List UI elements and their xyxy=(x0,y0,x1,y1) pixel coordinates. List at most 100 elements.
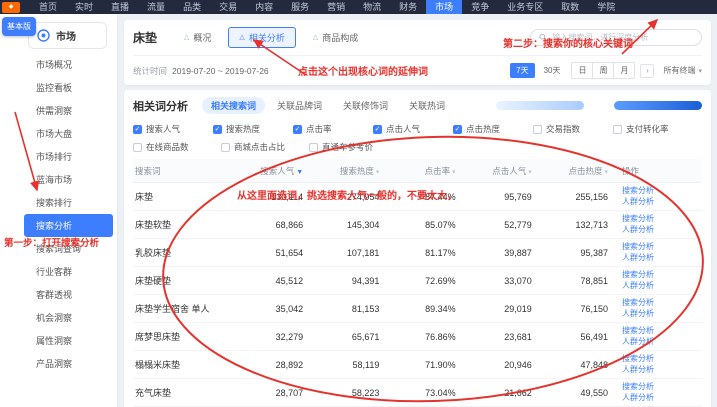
related-word-tab[interactable]: 关联修饰词 xyxy=(334,97,397,114)
nav-item[interactable]: 营销 xyxy=(318,0,354,14)
sort-icon[interactable]: ▾ xyxy=(528,169,532,176)
metric-checkbox[interactable]: ✓ 支付转化率 xyxy=(613,123,693,135)
nav-item[interactable]: 取数 xyxy=(552,0,588,14)
search-analysis-link[interactable]: 搜索分析 xyxy=(622,186,702,196)
column-header[interactable]: 搜索人气▼ xyxy=(241,165,317,177)
column-header[interactable]: 点击人气▾ xyxy=(470,165,546,177)
related-word-tab[interactable]: 关联品牌词 xyxy=(268,97,331,114)
keyword-search-box[interactable] xyxy=(530,29,702,46)
search-analysis-link[interactable]: 搜索分析 xyxy=(622,354,702,364)
sidebar-item[interactable]: 市场概况 xyxy=(0,53,117,76)
nav-item[interactable]: 市场 xyxy=(426,0,462,14)
search-analysis-link[interactable]: 搜索分析 xyxy=(622,270,702,280)
search-heat-value: 107,181 xyxy=(317,248,393,258)
sort-icon[interactable]: ▾ xyxy=(604,169,608,176)
metric-checkbox[interactable]: ✓ 搜索热度 xyxy=(213,123,293,135)
metric-checkbox[interactable]: ✓ 商城点击占比 xyxy=(221,141,309,153)
sidebar-item[interactable]: 机会洞察 xyxy=(0,306,117,329)
sidebar-item[interactable]: 搜索排行 xyxy=(0,191,117,214)
click-rate-value: 71.90% xyxy=(393,360,469,370)
granularity-button[interactable]: 周 xyxy=(593,63,614,78)
column-header[interactable]: 操作 xyxy=(622,165,702,177)
crowd-analysis-link[interactable]: 人群分析 xyxy=(622,253,702,263)
click-heat-value: 56,491 xyxy=(546,332,622,342)
crowd-analysis-link[interactable]: 人群分析 xyxy=(622,393,702,403)
metric-checkbox[interactable]: ✓ 在线商品数 xyxy=(133,141,221,153)
nav-item[interactable]: 交易 xyxy=(210,0,246,14)
related-word-tab[interactable]: 关联热词 xyxy=(400,97,454,114)
metric-checkbox[interactable]: ✓ 点击热度 xyxy=(453,123,533,135)
click-heat-value: 47,848 xyxy=(546,360,622,370)
next-page-button[interactable]: › xyxy=(640,64,654,78)
metric-checkbox[interactable]: ✓ 点击率 xyxy=(293,123,373,135)
search-popularity-value: 35,042 xyxy=(241,304,317,314)
column-header[interactable]: 搜索词 xyxy=(133,165,241,177)
date-range[interactable]: 2019-07-20 ~ 2019-07-26 xyxy=(172,66,269,76)
metric-checkbox[interactable]: ✓ 交易指数 xyxy=(533,123,613,135)
tab[interactable]: △ 概况 xyxy=(173,27,222,48)
click-heat-value: 78,851 xyxy=(546,276,622,286)
sidebar-item[interactable]: 蓝海市场 xyxy=(0,168,117,191)
search-analysis-link[interactable]: 搜索分析 xyxy=(622,298,702,308)
nav-item[interactable]: 内容 xyxy=(246,0,282,14)
nav-item[interactable]: 竞争 xyxy=(462,0,498,14)
sidebar-item[interactable]: 搜索分析 xyxy=(24,214,113,237)
crowd-analysis-link[interactable]: 人群分析 xyxy=(622,281,702,291)
tab[interactable]: △ 商品构成 xyxy=(302,27,369,48)
terminal-filter[interactable]: 所有终端 ▾ xyxy=(663,65,702,76)
nav-item[interactable]: 服务 xyxy=(282,0,318,14)
nav-item[interactable]: 首页 xyxy=(30,0,66,14)
sort-icon[interactable]: ▼ xyxy=(296,169,303,176)
nav-item[interactable]: 业务专区 xyxy=(498,0,552,14)
version-badge[interactable]: 基本版 xyxy=(2,17,36,36)
metric-label: 商城点击占比 xyxy=(234,141,285,153)
sort-icon[interactable]: ▾ xyxy=(376,169,380,176)
crowd-analysis-link[interactable]: 人群分析 xyxy=(622,197,702,207)
crowd-analysis-link[interactable]: 人群分析 xyxy=(622,337,702,347)
tab[interactable]: △ 相关分析 xyxy=(228,27,295,48)
check-icon: ✓ xyxy=(455,126,461,133)
metric-checkbox[interactable]: ✓ 直通车参考价 xyxy=(309,141,397,153)
main-area: 床垫 △ 概况 △ 相关分析 △ 商品构成 xyxy=(118,14,717,407)
search-term: 乳胶床垫 xyxy=(133,246,241,259)
sidebar-item[interactable]: 监控看板 xyxy=(0,76,117,99)
nav-item[interactable]: 物流 xyxy=(354,0,390,14)
sidebar-item[interactable]: 属性洞察 xyxy=(0,329,117,352)
crowd-analysis-link[interactable]: 人群分析 xyxy=(622,225,702,235)
crowd-analysis-link[interactable]: 人群分析 xyxy=(622,309,702,319)
metric-label: 点击热度 xyxy=(466,123,500,135)
search-analysis-link[interactable]: 搜索分析 xyxy=(622,242,702,252)
search-analysis-link[interactable]: 搜索分析 xyxy=(622,382,702,392)
granularity-button[interactable]: 月 xyxy=(614,63,634,78)
table-row: 床垫 130,114 274,954 87.44% 95,769 255,156… xyxy=(133,183,702,211)
nav-item[interactable]: 实时 xyxy=(66,0,102,14)
nav-item[interactable]: 流量 xyxy=(138,0,174,14)
search-analysis-link[interactable]: 搜索分析 xyxy=(622,214,702,224)
nav-item[interactable]: 财务 xyxy=(390,0,426,14)
sidebar-item[interactable]: 行业客群 xyxy=(0,260,117,283)
column-header[interactable]: 点击热度▾ xyxy=(546,165,622,177)
nav-item[interactable]: 学院 xyxy=(588,0,624,14)
click-popularity-value: 33,070 xyxy=(470,276,546,286)
crowd-analysis-link[interactable]: 人群分析 xyxy=(622,365,702,375)
sidebar-item[interactable]: 产品洞察 xyxy=(0,352,117,375)
check-icon: ✓ xyxy=(215,126,221,133)
metric-checkbox[interactable]: ✓ 搜索人气 xyxy=(133,123,213,135)
range-button[interactable]: 7天 xyxy=(510,63,534,78)
sidebar-item[interactable]: 市场排行 xyxy=(0,145,117,168)
nav-item[interactable]: 品类 xyxy=(174,0,210,14)
sidebar-item[interactable]: 搜索词查询 xyxy=(0,237,117,260)
column-header[interactable]: 点击率▾ xyxy=(393,165,469,177)
column-header[interactable]: 搜索热度▾ xyxy=(317,165,393,177)
range-button[interactable]: 30天 xyxy=(538,63,567,78)
sidebar-item[interactable]: 市场大盘 xyxy=(0,122,117,145)
related-word-tab[interactable]: 相关搜索词 xyxy=(202,97,265,114)
granularity-button[interactable]: 日 xyxy=(572,63,593,78)
sidebar-item[interactable]: 供需洞察 xyxy=(0,99,117,122)
search-input[interactable] xyxy=(552,33,693,42)
sidebar-item[interactable]: 客群透视 xyxy=(0,283,117,306)
nav-item[interactable]: 直播 xyxy=(102,0,138,14)
metric-checkbox[interactable]: ✓ 点击人气 xyxy=(373,123,453,135)
search-analysis-link[interactable]: 搜索分析 xyxy=(622,326,702,336)
sort-icon[interactable]: ▾ xyxy=(452,169,456,176)
